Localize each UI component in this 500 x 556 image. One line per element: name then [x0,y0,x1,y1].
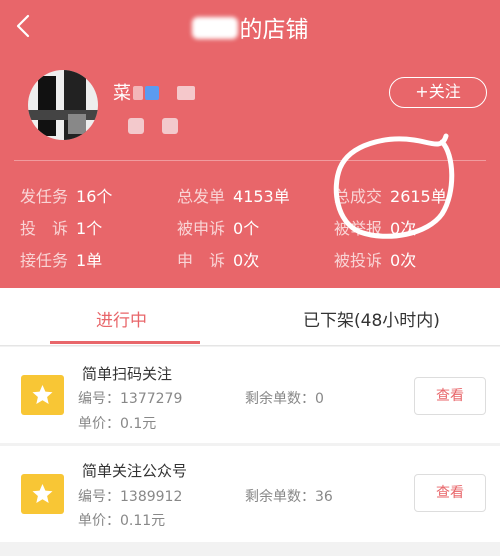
stat-total-orders: 总发单 4153单 [177,183,290,207]
stat-total-deals: 总成交 2615单 [334,183,447,207]
task-number-value: 1377279 [120,391,183,407]
stat-label: 被投诉 [334,251,383,270]
redacted-username-part [133,86,143,100]
star-icon [21,375,64,415]
stat-reported: 被举报 0次 [334,215,416,239]
stat-publish-tasks: 发任务 16个 [20,183,112,207]
task-title: 简单关注公众号 [82,462,188,480]
stat-complained: 被投诉 0次 [334,247,416,271]
task-card[interactable]: 简单扫码关注 编号：1377279 剩余单数：0 单价：0.1元 查看 [0,347,500,443]
stat-label: 投 诉 [20,219,69,238]
task-card[interactable]: 简单关注公众号 编号：1389912 剩余单数：36 单价：0.11元 查看 [0,446,500,542]
task-remaining-value: 0 [315,391,324,407]
stat-value: 0个 [233,219,260,238]
redacted-username-part [177,86,195,100]
stat-value: 0次 [390,251,417,270]
view-button[interactable]: 查看 [414,474,486,512]
stat-label: 发任务 [20,187,69,206]
stat-label: 接任务 [20,251,69,270]
task-number-label: 编号： [78,391,120,407]
stat-accepted-tasks: 接任务 1单 [20,247,102,271]
redacted-info [162,118,178,134]
stat-label: 总发单 [177,187,226,206]
stat-value: 1个 [76,219,103,238]
task-price-label: 单价： [78,513,120,529]
task-number: 编号：1389912 [78,486,182,506]
stat-label: 被举报 [334,219,383,238]
task-number-value: 1389912 [120,489,183,505]
redacted-username-part [145,86,159,100]
task-price-value: 0.1元 [120,416,157,432]
redacted-shop-name [191,17,238,39]
page-title-text: 的店铺 [239,17,309,43]
stat-value: 0次 [233,251,260,270]
task-remaining: 剩余单数：0 [245,388,324,408]
stat-appeals: 申 诉 0次 [177,247,259,271]
task-price-label: 单价： [78,416,120,432]
task-remaining: 剩余单数：36 [245,486,333,506]
task-remaining-label: 剩余单数： [245,391,315,407]
stat-label: 申 诉 [177,251,226,270]
task-price-value: 0.11元 [120,513,166,529]
stat-appealed: 被申诉 0个 [177,215,259,239]
stat-value: 2615单 [390,187,447,206]
view-button[interactable]: 查看 [414,377,486,415]
active-tab-indicator [50,341,200,344]
tab-delisted[interactable]: 已下架(48小时内) [303,306,440,331]
stat-value: 16个 [76,187,113,206]
task-remaining-value: 36 [315,489,333,505]
task-title: 简单扫码关注 [82,365,173,383]
task-number: 编号：1377279 [78,388,182,408]
page-title: 的店铺 [0,10,500,44]
stat-value: 0次 [390,219,417,238]
stat-value: 1单 [76,251,103,270]
stat-label: 总成交 [334,187,383,206]
task-price: 单价：0.1元 [78,413,156,433]
tab-bar: 进行中 已下架(48小时内) [0,288,500,346]
avatar[interactable] [28,70,98,140]
stat-value: 4153单 [233,187,290,206]
star-icon [21,474,64,514]
stat-label: 被申诉 [177,219,226,238]
follow-button[interactable]: +关注 [389,77,487,108]
task-number-label: 编号： [78,489,120,505]
divider [0,345,500,346]
username: 菜 [113,79,195,105]
tab-in-progress[interactable]: 进行中 [96,306,147,331]
task-price: 单价：0.11元 [78,510,165,530]
shop-header: 的店铺 菜 +关注 发任务 16个 总发单 4153单 总成交 2615单 投 诉 1个… [0,0,500,288]
stat-complaints: 投 诉 1个 [20,215,102,239]
user-subline [128,118,196,138]
username-text: 菜 [113,83,131,104]
divider [14,160,486,161]
task-remaining-label: 剩余单数： [245,489,315,505]
redacted-info [128,118,144,134]
